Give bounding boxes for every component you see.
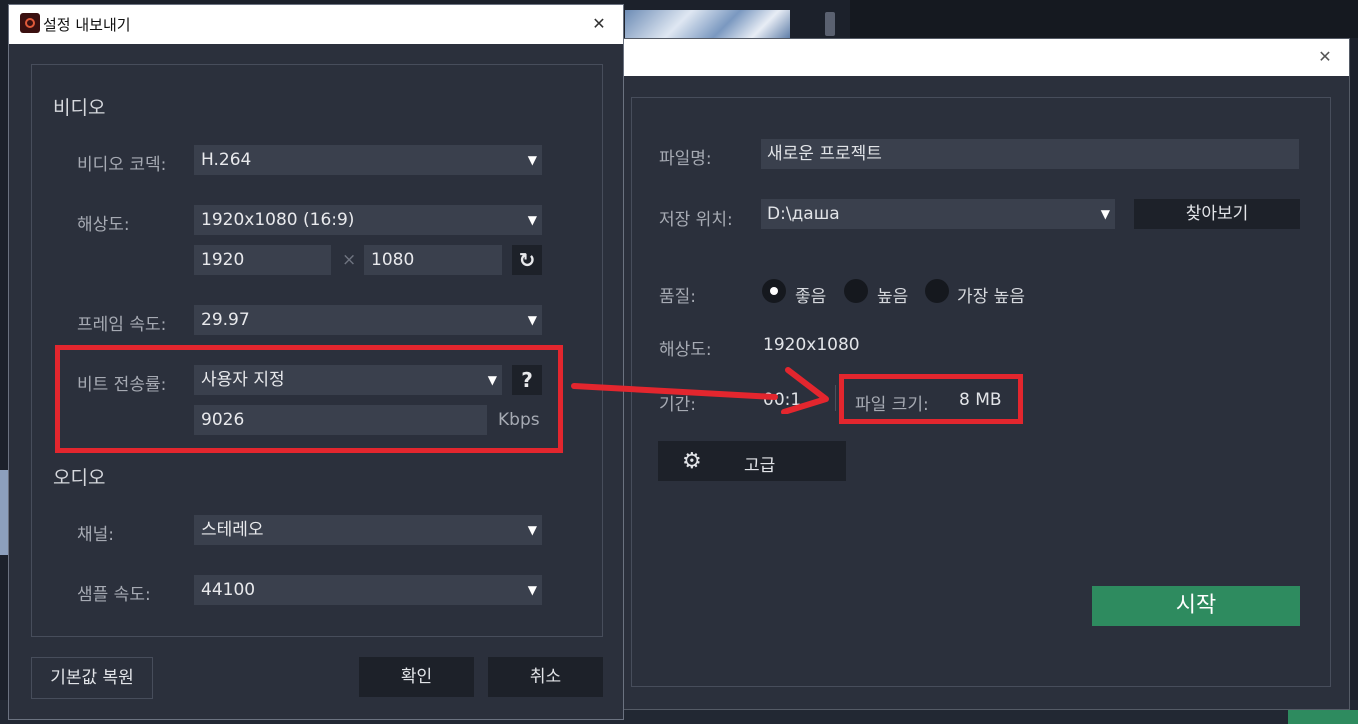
save-location-label: 저장 위치:: [659, 210, 733, 230]
sample-rate-select[interactable]: 44100 ▼: [194, 575, 542, 605]
advanced-label: 고급: [744, 456, 776, 476]
divider: [835, 385, 836, 411]
gear-icon: ⚙: [682, 449, 702, 474]
dialog-title: 설정 내보내기: [43, 16, 131, 34]
chevron-down-icon: ▼: [1100, 207, 1110, 221]
channel-select[interactable]: 스테레오 ▼: [194, 515, 542, 545]
link-aspect-icon[interactable]: ↻: [512, 245, 542, 275]
filename-label: 파일명:: [659, 149, 712, 169]
audio-section-title: 오디오: [53, 467, 106, 489]
cancel-button[interactable]: 취소: [488, 657, 603, 697]
advanced-button[interactable]: ⚙ 고급: [658, 441, 846, 481]
save-location-value: D:\даша: [767, 204, 840, 224]
chevron-down-icon: ▼: [527, 583, 537, 597]
save-location-select[interactable]: D:\даша ▼: [761, 199, 1115, 229]
export-titlebar: ✕: [623, 39, 1349, 76]
start-button[interactable]: 시작: [1092, 586, 1300, 626]
video-section-title: 비디오: [53, 97, 106, 119]
frame-rate-value: 29.97: [201, 310, 250, 330]
video-codec-label: 비디오 코덱:: [77, 155, 167, 175]
quality-option-highest: 가장 높음: [957, 287, 1025, 307]
resolution-value: 1920x1080 (16:9): [201, 210, 355, 230]
quality-option-high: 높음: [877, 287, 909, 307]
channel-label: 채널:: [77, 525, 115, 545]
resolution-select[interactable]: 1920x1080 (16:9) ▼: [194, 205, 542, 235]
video-codec-value: H.264: [201, 150, 252, 170]
background-app-toolbar: [850, 0, 1358, 38]
quality-radio-good[interactable]: [762, 279, 786, 303]
close-icon[interactable]: ✕: [1315, 47, 1335, 67]
width-input[interactable]: 1920: [194, 245, 331, 275]
chevron-down-icon: ▼: [527, 313, 537, 327]
reset-defaults-button[interactable]: 기본값 복원: [31, 657, 153, 699]
height-input[interactable]: 1080: [364, 245, 502, 275]
background-green-button[interactable]: [1288, 710, 1358, 724]
chevron-down-icon: ▼: [527, 523, 537, 537]
settings-titlebar: 설정 내보내기 ✕: [9, 5, 623, 44]
frame-rate-select[interactable]: 29.97 ▼: [194, 305, 542, 335]
frame-rate-label: 프레임 속도:: [77, 315, 167, 335]
close-icon[interactable]: ✕: [589, 14, 609, 34]
background-thumbnail: [625, 10, 790, 38]
resolution-label: 해상도:: [659, 340, 712, 360]
resolution-label: 해상도:: [77, 215, 130, 235]
background-scrollbar[interactable]: [825, 12, 835, 36]
quality-label: 품질:: [659, 287, 697, 307]
chevron-down-icon: ▼: [527, 213, 537, 227]
file-size-highlight-box: [839, 374, 1023, 424]
annotation-arrow-icon: [571, 367, 829, 414]
quality-radio-high[interactable]: [844, 279, 868, 303]
bitrate-highlight-box: [55, 345, 563, 453]
times-separator: ×: [342, 250, 357, 270]
app-logo-icon: [20, 13, 40, 33]
quality-radio-highest[interactable]: [925, 279, 949, 303]
filename-input[interactable]: 새로운 프로젝트: [761, 139, 1299, 169]
sample-rate-value: 44100: [201, 580, 256, 600]
resolution-value: 1920x1080: [763, 335, 860, 355]
ok-button[interactable]: 확인: [359, 657, 474, 697]
video-codec-select[interactable]: H.264 ▼: [194, 145, 542, 175]
sample-rate-label: 샘플 속도:: [77, 585, 151, 605]
chevron-down-icon: ▼: [527, 153, 537, 167]
quality-option-good: 좋음: [795, 287, 827, 307]
channel-value: 스테레오: [201, 520, 264, 540]
browse-button[interactable]: 찾아보기: [1134, 199, 1300, 229]
